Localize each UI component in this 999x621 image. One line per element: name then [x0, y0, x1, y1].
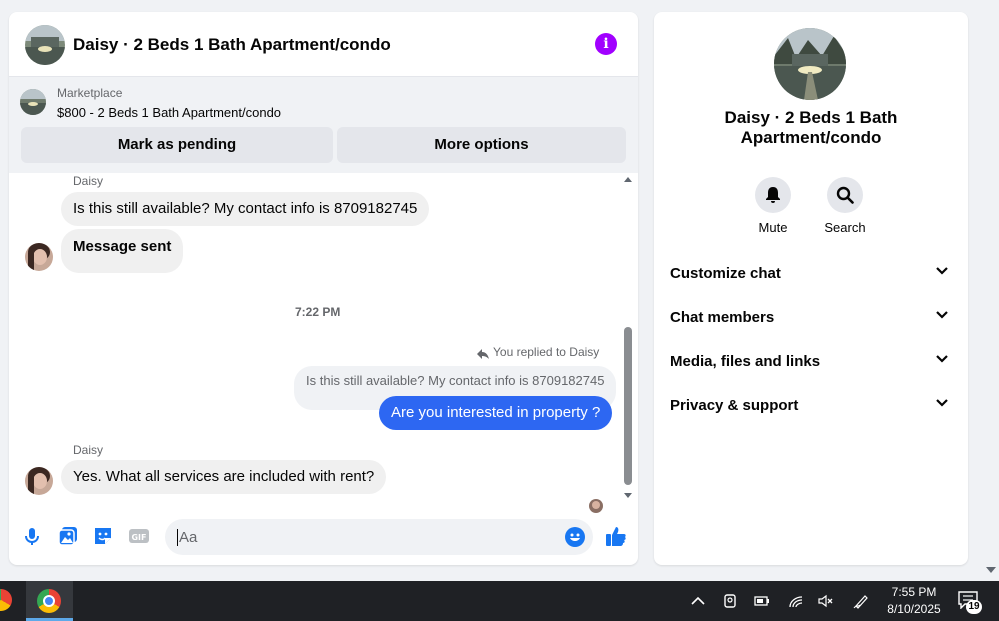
svg-text:GIF: GIF — [131, 533, 146, 542]
wifi-icon[interactable] — [788, 593, 804, 609]
chat-header: Daisy · 2 Beds 1 Bath Apartment/condo i — [9, 12, 638, 77]
scrollbar-thumb[interactable] — [624, 327, 632, 485]
listing-thumbnail[interactable] — [20, 89, 46, 115]
clock-date: 8/10/2025 — [887, 602, 941, 616]
listing-avatar[interactable] — [25, 25, 65, 65]
mute-label: Mute — [758, 220, 788, 235]
section-label: Privacy & support — [670, 397, 799, 414]
scroll-down-arrow-icon[interactable] — [624, 493, 632, 498]
media-files-links-row[interactable]: Media, files and links — [670, 350, 952, 374]
taskbar: 7:55 PM 8/10/2025 19 — [0, 581, 999, 621]
message-timestamp: 7:22 PM — [295, 305, 341, 319]
chevron-down-icon — [936, 267, 948, 275]
sender-name: Daisy — [73, 174, 104, 188]
mute-button[interactable]: Mute — [738, 177, 808, 235]
search-circle[interactable] — [827, 177, 863, 213]
page-scroll-down-icon[interactable] — [986, 567, 996, 573]
chrome-icon[interactable] — [37, 589, 61, 613]
notification-count-badge: 19 — [966, 600, 982, 614]
sticker-icon[interactable] — [92, 525, 114, 547]
replied-to-label: You replied to Daisy — [493, 345, 600, 359]
message-list[interactable]: Daisy Is this still available? My contac… — [9, 173, 638, 513]
search-icon — [836, 186, 854, 204]
composer: GIF Aa — [9, 513, 638, 565]
chat-members-row[interactable]: Chat members — [670, 306, 952, 330]
section-label: Media, files and links — [670, 353, 821, 370]
taskbar-app-icon[interactable] — [0, 589, 12, 611]
info-icon[interactable]: i — [595, 33, 617, 55]
message-input[interactable]: Aa — [165, 519, 593, 555]
sent-message-bubble[interactable]: Are you interested in property ? — [379, 396, 613, 430]
message-bubble[interactable]: Message sent — [61, 229, 184, 273]
privacy-support-row[interactable]: Privacy & support — [670, 394, 952, 418]
chevron-down-icon — [936, 399, 948, 407]
seen-avatar — [589, 499, 603, 513]
message-bubble[interactable]: Is this still available? My contact info… — [61, 192, 430, 226]
photo-icon[interactable] — [57, 525, 79, 547]
marketplace-label: Marketplace — [57, 86, 123, 100]
chevron-down-icon — [936, 311, 948, 319]
section-label: Chat members — [670, 309, 775, 326]
message-input-placeholder: Aa — [177, 529, 198, 546]
emoji-icon[interactable] — [565, 527, 585, 547]
customize-chat-row[interactable]: Customize chat — [670, 262, 952, 286]
contact-avatar[interactable] — [25, 243, 53, 271]
bell-icon — [766, 187, 780, 203]
message-bubble[interactable]: Yes. What all services are included with… — [61, 460, 387, 494]
meet-now-icon[interactable] — [722, 593, 738, 609]
message-scrollbar[interactable] — [623, 173, 633, 503]
chat-panel: Daisy · 2 Beds 1 Bath Apartment/condo i … — [9, 12, 638, 565]
gif-icon[interactable]: GIF — [128, 525, 150, 547]
more-options-button[interactable]: More options — [337, 127, 626, 163]
marketplace-bar: Marketplace $800 - 2 Beds 1 Bath Apartme… — [9, 77, 638, 173]
chat-info-panel: Daisy · 2 Beds 1 Bath Apartment/condo Mu… — [654, 12, 968, 565]
section-label: Customize chat — [670, 265, 781, 282]
sender-name: Daisy — [73, 443, 104, 457]
reply-arrow-icon — [477, 347, 489, 359]
chat-title[interactable]: Daisy · 2 Beds 1 Bath Apartment/condo — [73, 35, 391, 55]
pen-icon[interactable] — [853, 593, 869, 609]
listing-avatar-large[interactable] — [774, 28, 846, 100]
battery-icon[interactable] — [754, 593, 770, 609]
contact-avatar[interactable] — [25, 467, 53, 495]
contact-name: Daisy · 2 Beds 1 Bath Apartment/condo — [724, 108, 898, 147]
clock-time: 7:55 PM — [891, 585, 937, 599]
search-button[interactable]: Search — [810, 177, 880, 235]
mark-as-pending-button[interactable]: Mark as pending — [21, 127, 333, 163]
chevron-down-icon — [936, 355, 948, 363]
mute-circle[interactable] — [755, 177, 791, 213]
system-clock[interactable]: 7:55 PM 8/10/2025 — [880, 584, 948, 618]
volume-muted-icon[interactable] — [818, 593, 834, 609]
scroll-up-arrow-icon[interactable] — [624, 177, 632, 182]
show-hidden-icons-icon[interactable] — [690, 593, 706, 609]
like-thumb-icon[interactable] — [605, 525, 627, 547]
listing-title[interactable]: $800 - 2 Beds 1 Bath Apartment/condo — [57, 105, 281, 120]
search-label: Search — [824, 220, 866, 235]
microphone-icon[interactable] — [21, 525, 43, 547]
